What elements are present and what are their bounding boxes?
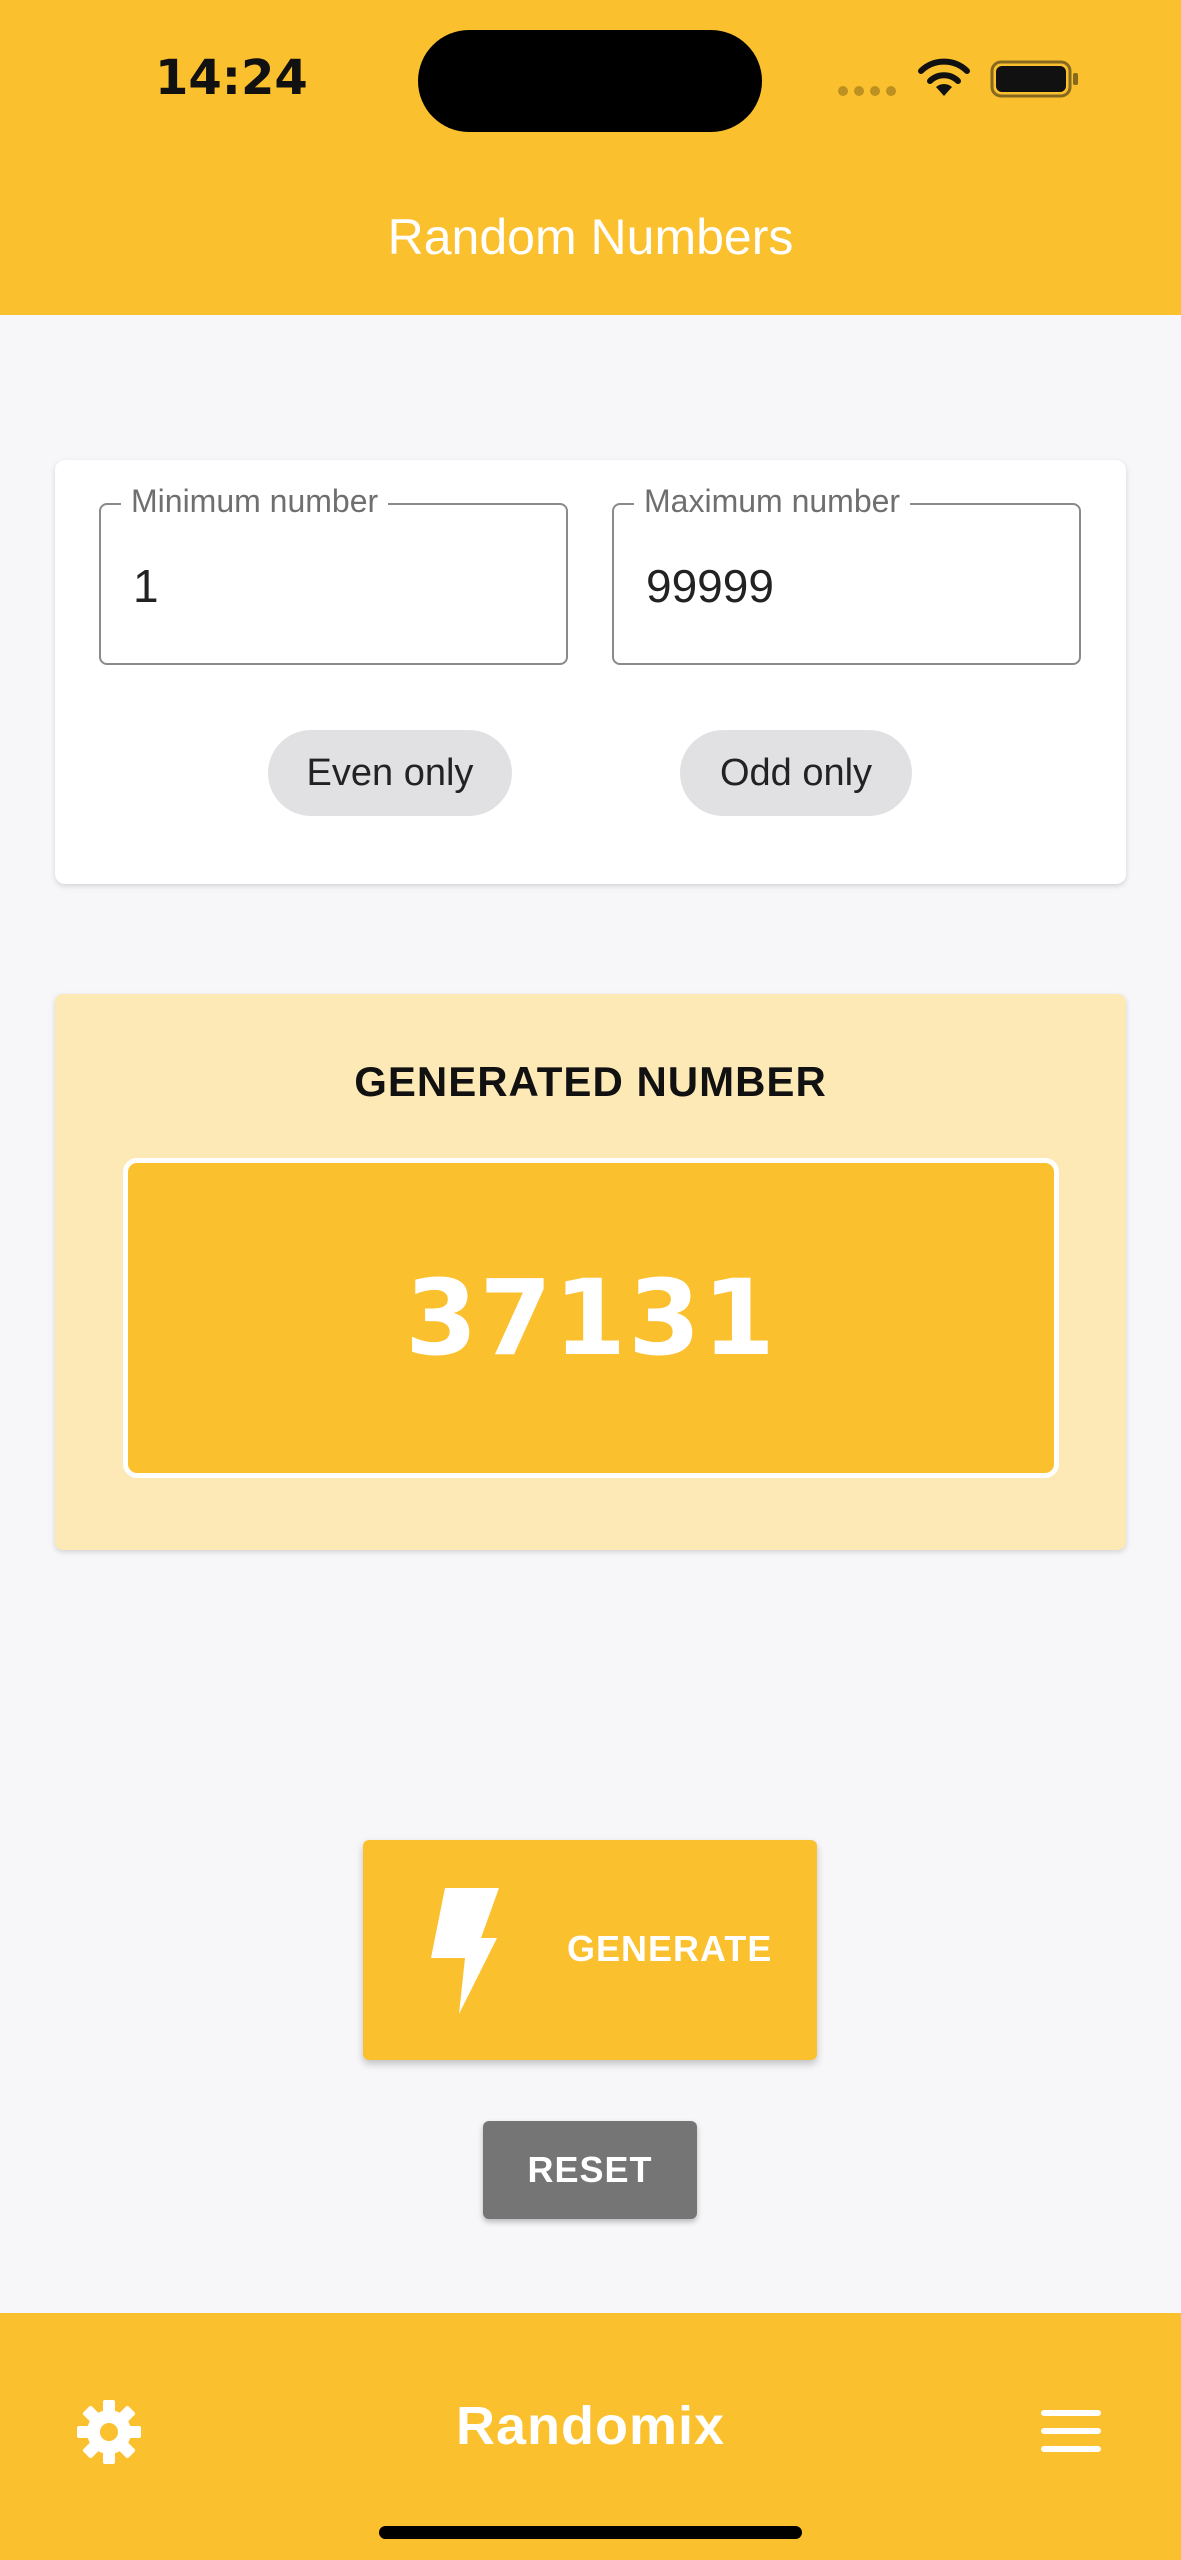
generate-button-label: GENERATE [567, 1928, 773, 1969]
home-indicator[interactable] [379, 2526, 802, 2539]
generated-number-heading: GENERATED NUMBER [354, 1058, 827, 1105]
page-title: Random Numbers [387, 209, 794, 265]
cellular-signal-icon [838, 86, 896, 96]
top-app-bar: 14:24 Random Numbers [0, 0, 1181, 315]
battery-icon [990, 60, 1078, 98]
menu-icon[interactable] [1041, 2408, 1101, 2454]
wifi-icon [918, 58, 970, 96]
generate-button[interactable]: GENERATE [363, 1840, 817, 2060]
reset-button[interactable]: RESET [483, 2121, 697, 2219]
range-card: Minimum number 1 Maximum number 99999 Ev… [55, 460, 1126, 884]
minimum-number-label: Minimum number [121, 483, 389, 520]
generated-number-value: 37131 [405, 1257, 777, 1379]
odd-only-chip[interactable]: Odd only [680, 730, 912, 816]
lightning-bolt-icon [431, 1888, 499, 2014]
even-only-chip[interactable]: Even only [268, 730, 512, 816]
brand-name: Randomix [455, 2396, 726, 2456]
maximum-number-value[interactable]: 99999 [646, 559, 774, 613]
minimum-number-field[interactable]: Minimum number 1 [99, 483, 568, 665]
generated-number-card: GENERATED NUMBER 37131 [55, 994, 1126, 1550]
maximum-number-field[interactable]: Maximum number 99999 [612, 483, 1081, 665]
maximum-number-label: Maximum number [634, 483, 911, 520]
minimum-number-value[interactable]: 1 [133, 559, 159, 613]
app-screen: 14:24 Random Numbers Minimum number 1 Ma… [0, 0, 1181, 2560]
status-time: 14:24 [155, 50, 308, 106]
dynamic-island [418, 30, 762, 132]
bottom-bar: Randomix [0, 2313, 1181, 2560]
generated-number-box: 37131 [123, 1158, 1059, 1478]
